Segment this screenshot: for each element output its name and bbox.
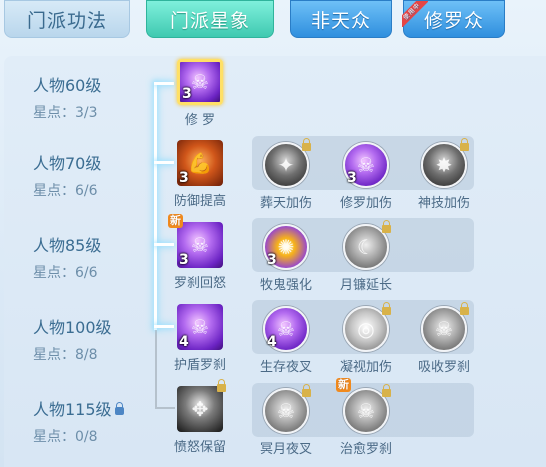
in-use-ribbon: 使用中 <box>402 1 428 27</box>
lock-icon <box>382 384 391 397</box>
new-badge: 新 <box>168 214 183 228</box>
node-rakshasa-rage[interactable]: ☠ 3 新 罗刹回怒 <box>168 214 226 291</box>
shield-demon-icon: ☠ 4 <box>177 304 223 350</box>
node-rage-retain[interactable]: ✥ 愤怒保留 <box>174 379 226 455</box>
lock-icon <box>302 138 311 151</box>
purple-demon-icon: ☠ 3 <box>343 142 389 188</box>
row-label-100: 人物100级 星点：8/8 <box>33 318 112 363</box>
dark-wings-icon: ✥ <box>177 386 223 432</box>
tree-trunk-locked <box>155 330 157 408</box>
lock-icon <box>382 220 391 233</box>
new-badge: 新 <box>336 378 351 392</box>
golden-wings-icon: ✺ 3 <box>263 224 309 270</box>
node-ghost-enhance[interactable]: ✺ 3 牧鬼强化 <box>260 222 312 293</box>
node-gaze-damage[interactable]: ◎ 凝视加伤 <box>340 302 392 375</box>
branch-60 <box>154 82 174 85</box>
node-absorb-rakshasa[interactable]: ☠ 吸收罗刹 <box>418 302 470 375</box>
node-xiuluo-damage[interactable]: ☠ 3 修罗加伤 <box>340 140 392 211</box>
xiuluo-demon-icon: ☠ 3 <box>177 59 223 105</box>
lock-icon <box>460 138 469 151</box>
branch-85 <box>154 243 174 246</box>
yaksha-icon: ☠ 4 <box>263 306 309 352</box>
level-lock-icon <box>114 401 124 415</box>
branch-100 <box>154 325 174 328</box>
row-label-85: 人物85级 星点：6/6 <box>33 236 102 281</box>
tab-sect-skills[interactable]: 门派功法 <box>4 0 130 38</box>
node-xiuluo[interactable]: ☠ 3 修 罗 <box>174 59 226 128</box>
node-divine-skill-damage[interactable]: ✸ 神技加伤 <box>418 138 470 211</box>
node-shield-rakshasa[interactable]: ☠ 4 护盾罗刹 <box>174 304 226 373</box>
tab-xiuluo[interactable]: 使用中 修罗众 <box>402 0 505 38</box>
lock-icon <box>217 379 226 392</box>
node-dark-moon-yaksha[interactable]: ☠ 冥月夜叉 <box>260 384 312 457</box>
lock-icon <box>302 384 311 397</box>
tab-sect-stars[interactable]: 门派星象 <box>146 0 274 38</box>
lock-icon <box>382 302 391 315</box>
row-label-60: 人物60级 星点：3/3 <box>33 76 102 121</box>
tab-feitian[interactable]: 非天众 <box>290 0 392 38</box>
rakshasa-icon: ☠ 3 <box>177 222 223 268</box>
branch-115 <box>155 407 175 409</box>
node-heal-rakshasa[interactable]: ☠ 新 治愈罗刹 <box>336 378 392 457</box>
muscle-arm-icon: 💪 3 <box>177 140 223 186</box>
branch-70 <box>154 161 174 164</box>
row-label-70: 人物70级 星点：6/6 <box>33 154 102 199</box>
node-moon-scythe-extend[interactable]: ☾ 月镰延长 <box>340 220 392 293</box>
lock-icon <box>460 302 469 315</box>
node-defense-boost[interactable]: 💪 3 防御提高 <box>174 140 226 209</box>
tab-xiuluo-label: 修罗众 <box>423 9 484 32</box>
row-label-115: 人物115级 星点：0/8 <box>33 396 124 446</box>
node-survival-yaksha[interactable]: ☠ 4 生存夜叉 <box>260 304 312 375</box>
tree-trunk <box>154 82 157 330</box>
node-zangtian-damage[interactable]: ✦ 葬天加伤 <box>260 138 312 211</box>
